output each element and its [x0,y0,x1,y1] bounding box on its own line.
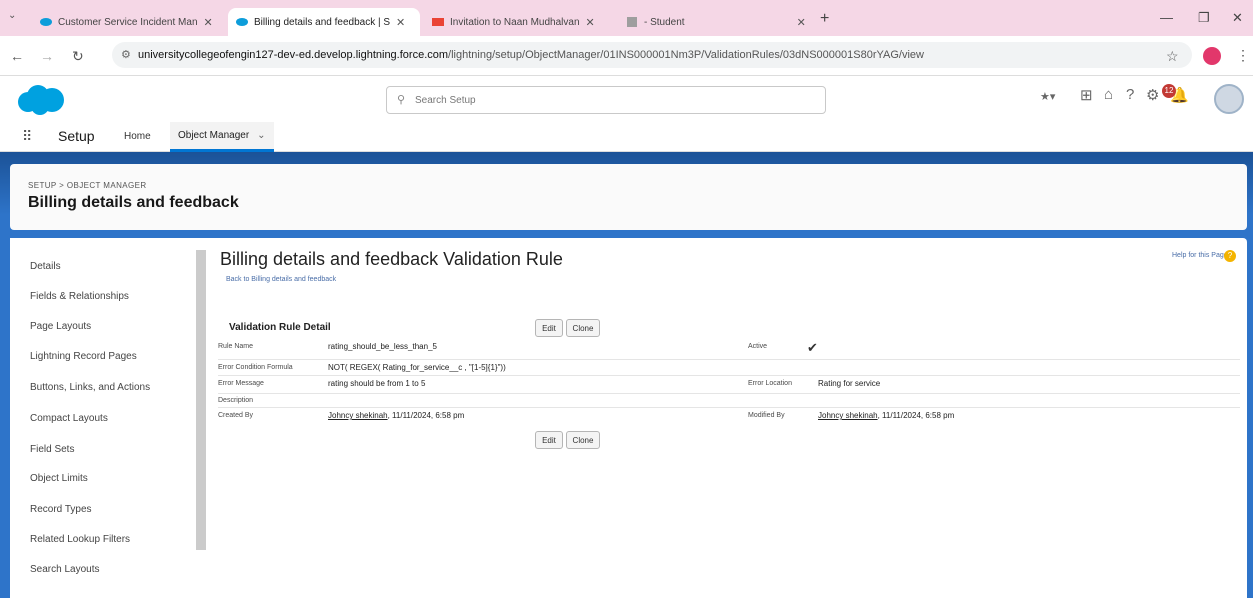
active-label: Active [748,343,768,350]
app-navigation-bar: ⠿ Setup Home Object Manager ⌄ [0,122,1253,152]
browser-menu-icon[interactable]: ⋮ [1236,47,1250,64]
nav-object-manager-label: Object Manager [178,130,250,141]
close-tab-icon[interactable]: ✕ [396,16,405,29]
nav-object-manager[interactable]: Object Manager ⌄ [170,122,274,152]
error-location-value: Rating for service [818,379,881,388]
edit-button-bottom[interactable]: Edit [535,431,563,449]
modified-by-value: Johncy shekinah, 11/11/2024, 6:58 pm [818,411,954,420]
favorites-star-icon[interactable]: ★▾ [1040,90,1055,103]
object-title: Billing details and feedback [28,194,239,211]
restore-icon[interactable]: ❐ [1198,10,1210,26]
clone-button-bottom[interactable]: Clone [566,431,600,449]
description-label: Description [218,397,254,404]
modified-by-date: , 11/11/2024, 6:58 pm [877,411,955,420]
help-circle-icon[interactable]: ? [1224,250,1236,262]
created-by-date: , 11/11/2024, 6:58 pm [387,411,465,420]
setup-search-input[interactable]: ⚲ Search Setup [386,86,826,114]
tab-search-chevron-icon[interactable]: ⌄ [8,10,16,21]
modified-by-label: Modified By [748,412,785,419]
clone-button-top[interactable]: Clone [566,319,600,337]
reload-icon[interactable]: ↻ [72,48,84,65]
sidebar-item-object-limits[interactable]: Object Limits [30,473,88,484]
created-by-user-link[interactable]: Johncy shekinah [328,411,388,420]
app-launcher-icon[interactable]: ⠿ [22,128,32,145]
sidebar-item-lightning-record-pages[interactable]: Lightning Record Pages [30,351,137,362]
close-tab-icon[interactable]: ✕ [586,16,595,29]
error-message-value: rating should be from 1 to 5 [328,379,426,388]
row-divider [218,407,1240,408]
site-info-icon[interactable]: ⚙ [121,48,131,61]
notification-count-badge: 12 [1162,84,1176,98]
salesforce-favicon-icon [236,18,248,26]
formula-label: Error Condition Formula [218,364,293,371]
rule-name-label: Rule Name [218,343,254,350]
sidebar-item-details[interactable]: Details [30,261,61,272]
row-divider [218,393,1240,394]
sidebar-item-page-layouts[interactable]: Page Layouts [30,321,91,332]
browser-tab-student[interactable]: - Student ✕ [618,8,818,36]
back-to-object-link[interactable]: Back to Billing details and feedback [226,276,336,283]
gmail-favicon-icon [432,18,444,26]
created-by-label: Created By [218,412,254,419]
address-bar-row: ← → ↻ ⚙ universitycollegeofengin127-dev-… [0,36,1253,76]
help-for-page-link[interactable]: Help for this Page [1172,252,1228,259]
sidebar-item-fields-relationships[interactable]: Fields & Relationships [30,291,129,302]
section-title: Validation Rule Detail [229,322,331,333]
browser-tab-customer-service[interactable]: Customer Service Incident Man ✕ [32,8,222,36]
close-window-icon[interactable]: ✕ [1232,10,1243,26]
page-title: Billing details and feedback Validation … [220,249,563,269]
row-divider [218,375,1240,376]
salesforce-logo-icon[interactable] [14,84,66,116]
browser-tab-billing-details[interactable]: Billing details and feedback | S ✕ [228,8,420,36]
formula-value: NOT( REGEX( Rating_for_service__c , "[1-… [328,363,506,372]
chevron-down-icon[interactable]: ⌄ [257,130,265,141]
forward-arrow-icon[interactable]: → [40,48,54,64]
profile-avatar-icon[interactable] [1203,47,1221,65]
active-checkmark-icon: ✔ [807,340,818,355]
help-icon[interactable]: ? [1126,86,1134,103]
sidebar-item-compact-layouts[interactable]: Compact Layouts [30,413,108,424]
global-actions-icon[interactable]: ⊞ [1080,86,1093,104]
sidebar-item-search-layouts[interactable]: Search Layouts [30,564,100,575]
salesforce-global-header: ⚲ Search Setup ★▾ ⊞ ⌂ ? ⚙ 🔔 12 [0,76,1253,122]
edit-button-top[interactable]: Edit [535,319,563,337]
browser-tab-naan-mudhalvan[interactable]: Invitation to Naan Mudhalvan ✕ [424,8,614,36]
close-tab-icon[interactable]: ✕ [797,16,806,29]
sidebar-item-field-sets[interactable]: Field Sets [30,444,74,455]
tab-title: Customer Service Incident Man [58,16,198,28]
nav-home[interactable]: Home [124,131,151,142]
sidebar-item-related-lookup-filters[interactable]: Related Lookup Filters [30,534,130,545]
search-placeholder: Search Setup [415,94,476,106]
sidebar-item-buttons-links-actions[interactable]: Buttons, Links, and Actions [30,382,150,393]
sidebar-item-record-types[interactable]: Record Types [30,504,92,515]
bookmark-star-icon[interactable]: ☆ [1166,48,1179,65]
tab-title: Invitation to Naan Mudhalvan [450,16,580,28]
modified-by-user-link[interactable]: Johncy shekinah [818,411,878,420]
back-arrow-icon[interactable]: ← [10,48,24,64]
rule-name-value: rating_should_be_less_than_5 [328,342,437,351]
minimize-icon[interactable]: — [1160,10,1173,25]
gear-icon[interactable]: ⚙ [1146,86,1159,104]
user-avatar-icon[interactable] [1214,84,1244,114]
url-host: universitycollegeofengin127-dev-ed.devel… [138,49,449,61]
trailhead-icon[interactable]: ⌂ [1104,86,1113,103]
row-divider [218,359,1240,360]
error-message-label: Error Message [218,380,264,387]
breadcrumb[interactable]: SETUP > OBJECT MANAGER [28,181,147,190]
browser-tab-strip: ⌄ Customer Service Incident Man ✕ Billin… [0,0,1253,36]
tab-title: - Student [644,16,685,28]
close-tab-icon[interactable]: ✕ [204,16,213,29]
page-favicon-icon [627,17,637,27]
app-name: Setup [58,128,95,144]
sidebar-scrollbar[interactable] [196,250,206,550]
error-location-label: Error Location [748,380,792,387]
search-icon: ⚲ [397,94,406,106]
new-tab-icon[interactable]: + [820,10,829,28]
created-by-value: Johncy shekinah, 11/11/2024, 6:58 pm [328,411,464,420]
salesforce-favicon-icon [40,18,52,26]
url-path: /lightning/setup/ObjectManager/01INS0000… [448,49,924,61]
tab-title: Billing details and feedback | S [254,16,391,28]
url-field[interactable]: ⚙ universitycollegeofengin127-dev-ed.dev… [112,42,1192,68]
